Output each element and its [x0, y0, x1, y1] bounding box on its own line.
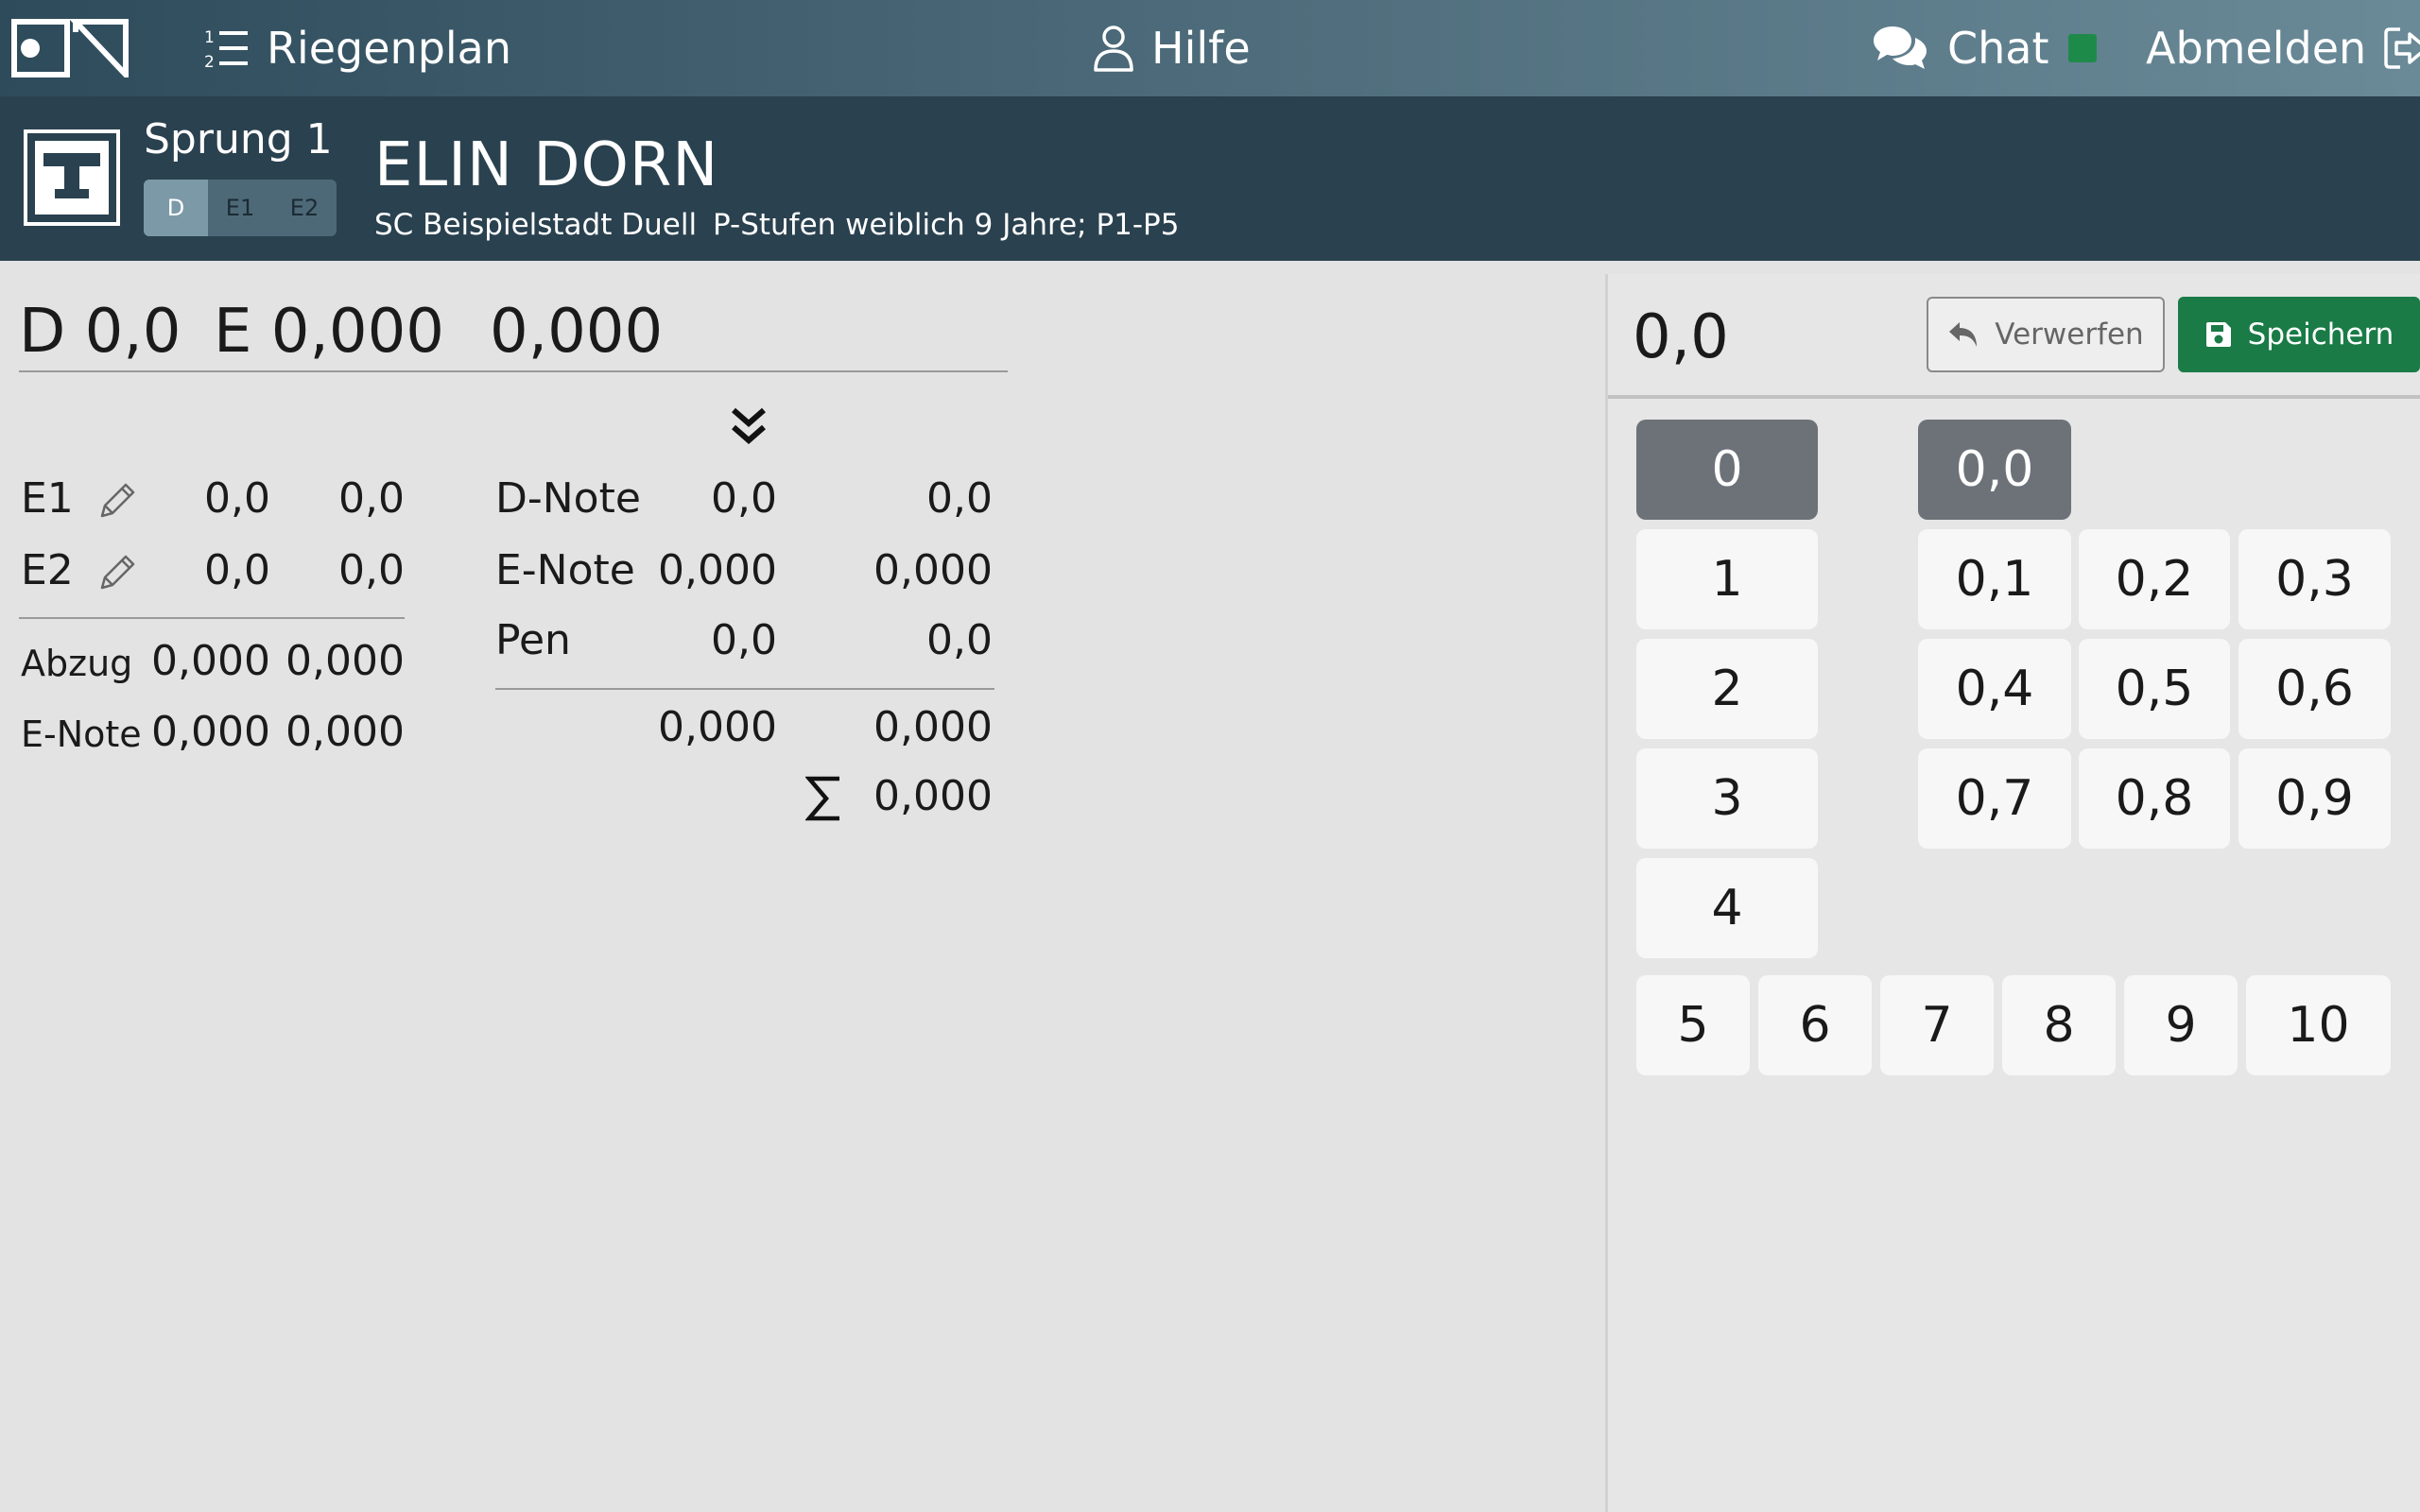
ordered-list-icon: 1 2 — [204, 28, 248, 69]
tab-judge-e2[interactable]: E2 — [272, 180, 337, 236]
key-decimal-0-0[interactable]: 0,0 — [1918, 420, 2071, 520]
e1-value-2: 0,0 — [338, 474, 405, 523]
key-integer-3[interactable]: 3 — [1636, 748, 1818, 849]
keypad-panel: 0,0 Verwerfen Speichern 0 1 2 3 4 0,0 0,… — [1605, 274, 2420, 1512]
apparatus-label: Sprung 1 — [144, 115, 333, 163]
pen-value-2: 0,0 — [926, 616, 993, 664]
comments-icon — [1874, 26, 1927, 69]
e2-label: E2 — [21, 546, 74, 594]
key-decimal-0-7[interactable]: 0,7 — [1918, 748, 2071, 849]
d-note-value-1: 0,0 — [711, 474, 777, 523]
key-integer-0[interactable]: 0 — [1636, 420, 1818, 520]
current-value-display: 0,0 — [1633, 302, 1729, 372]
svg-text:2: 2 — [204, 53, 215, 69]
athlete-name: ELIN DORN — [374, 130, 719, 200]
summary-e-score: E 0,000 — [214, 297, 444, 367]
nav-hilfe[interactable]: Hilfe — [1093, 0, 1251, 96]
pencil-icon[interactable] — [96, 552, 138, 593]
score-summary: D 0,0 E 0,000 0,000 — [19, 289, 1008, 372]
e-note-total-label: E-Note — [495, 546, 635, 594]
nav-chat-label: Chat — [1947, 23, 2049, 74]
app-root: 1 2 Riegenplan Hilfe Chat Abmelden Sprun… — [0, 0, 2420, 1512]
key-integer-5[interactable]: 5 — [1636, 975, 1750, 1075]
e-note-total-value-2: 0,000 — [873, 546, 993, 594]
user-icon — [1094, 26, 1133, 72]
key-integer-1[interactable]: 1 — [1636, 529, 1818, 629]
e2-value-1: 0,0 — [204, 546, 270, 594]
abzug-value-2: 0,000 — [285, 637, 405, 685]
key-decimal-0-6[interactable]: 0,6 — [2238, 639, 2391, 739]
top-navigation: 1 2 Riegenplan Hilfe Chat Abmelden — [0, 0, 2420, 96]
nav-riegenplan[interactable]: 1 2 Riegenplan — [204, 0, 511, 96]
athlete-category: P-Stufen weiblich 9 Jahre; P1-P5 — [713, 208, 1180, 242]
svg-text:1: 1 — [204, 28, 215, 47]
e-judges-divider — [19, 617, 405, 619]
floppy-disk-icon — [2205, 322, 2231, 347]
e-note-value-2: 0,000 — [285, 708, 405, 756]
notes-divider — [495, 688, 994, 690]
keypad-divider — [1608, 395, 2420, 399]
key-integer-7[interactable]: 7 — [1880, 975, 1994, 1075]
subtotal-value-1: 0,000 — [658, 703, 777, 751]
e-note-label: E-Note — [21, 713, 142, 755]
discard-button[interactable]: Verwerfen — [1927, 297, 2165, 372]
key-decimal-0-5[interactable]: 0,5 — [2079, 639, 2230, 739]
summary-total-score: 0,000 — [490, 297, 664, 367]
key-integer-8[interactable]: 8 — [2002, 975, 2116, 1075]
d-note-value-2: 0,0 — [926, 474, 993, 523]
nav-hilfe-label: Hilfe — [1151, 23, 1251, 74]
e1-label: E1 — [21, 474, 74, 523]
athlete-club: SC Beispielstadt Duell — [374, 208, 698, 242]
e1-value-1: 0,0 — [204, 474, 270, 523]
e2-value-2: 0,0 — [338, 546, 405, 594]
brand-logo[interactable] — [11, 19, 129, 77]
e-note-total-value-1: 0,000 — [658, 546, 777, 594]
key-decimal-0-4[interactable]: 0,4 — [1918, 639, 2071, 739]
pencil-icon[interactable] — [96, 480, 138, 522]
save-button-label: Speichern — [2247, 318, 2394, 352]
key-integer-6[interactable]: 6 — [1758, 975, 1872, 1075]
key-decimal-0-8[interactable]: 0,8 — [2079, 748, 2230, 849]
connection-status-indicator — [2068, 34, 2097, 62]
key-integer-4[interactable]: 4 — [1636, 858, 1818, 958]
save-button[interactable]: Speichern — [2178, 297, 2420, 372]
key-decimal-0-2[interactable]: 0,2 — [2079, 529, 2230, 629]
tab-judge-d[interactable]: D — [144, 180, 208, 236]
nav-riegenplan-label: Riegenplan — [267, 23, 512, 74]
double-chevron-down-icon[interactable] — [726, 404, 771, 450]
key-integer-9[interactable]: 9 — [2124, 975, 2238, 1075]
key-integer-2[interactable]: 2 — [1636, 639, 1818, 739]
sum-value: 0,000 — [873, 772, 993, 820]
abzug-label: Abzug — [21, 643, 133, 684]
athlete-header: Sprung 1 D E1 E2 ELIN DORN SC Beispielst… — [0, 96, 2420, 261]
pen-label: Pen — [495, 616, 571, 664]
key-decimal-0-3[interactable]: 0,3 — [2238, 529, 2391, 629]
d-note-label: D-Note — [495, 474, 641, 523]
tab-judge-e1[interactable]: E1 — [208, 180, 272, 236]
subtotal-value-2: 0,000 — [873, 703, 993, 751]
judge-tabs: D E1 E2 — [144, 180, 337, 236]
key-decimal-0-1[interactable]: 0,1 — [1918, 529, 2071, 629]
key-decimal-0-9[interactable]: 0,9 — [2238, 748, 2391, 849]
key-integer-10[interactable]: 10 — [2246, 975, 2391, 1075]
nav-abmelden[interactable]: Abmelden — [2146, 0, 2420, 96]
summary-d-score: D 0,0 — [19, 297, 182, 367]
apparatus-icon — [24, 129, 120, 226]
e-note-value-1: 0,000 — [151, 708, 270, 756]
sign-out-icon — [2384, 27, 2420, 69]
abzug-value-1: 0,000 — [151, 637, 270, 685]
pen-value-1: 0,0 — [711, 616, 777, 664]
discard-button-label: Verwerfen — [1995, 318, 2144, 352]
nav-chat[interactable]: Chat — [1872, 0, 2049, 96]
nav-abmelden-label: Abmelden — [2146, 23, 2367, 74]
undo-icon — [1949, 322, 1978, 347]
